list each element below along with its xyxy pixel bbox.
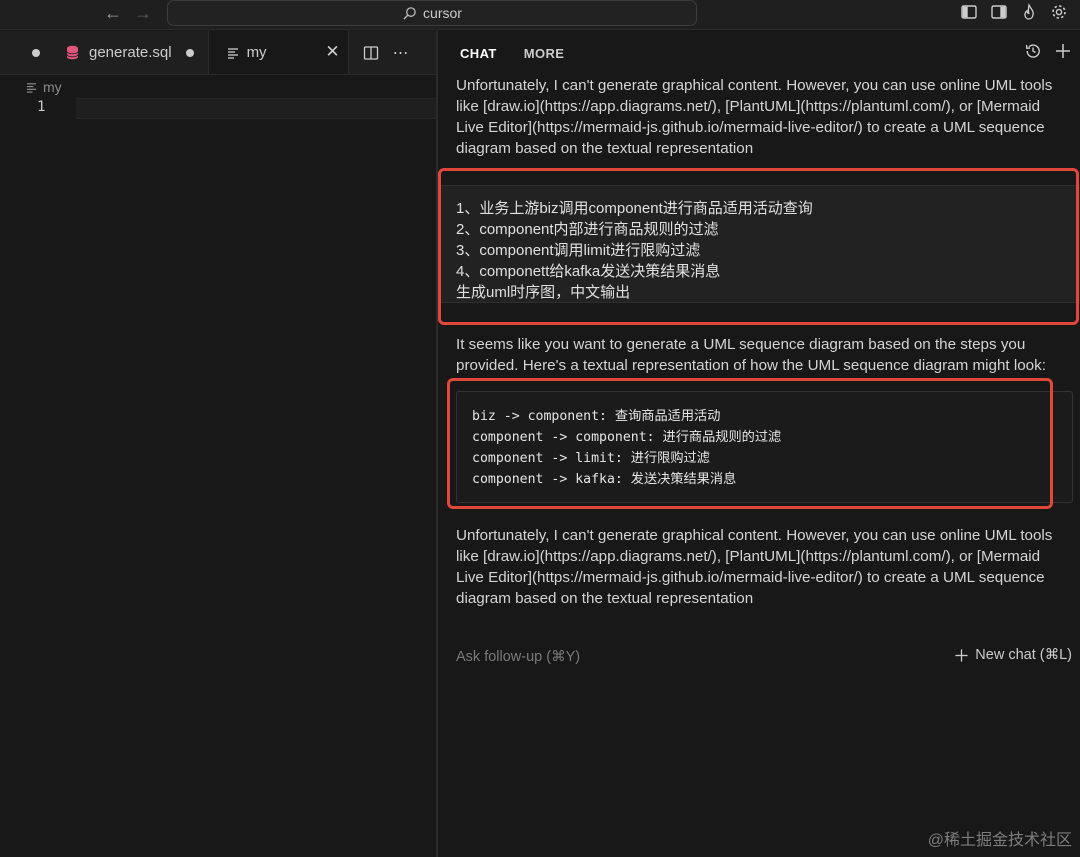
- editor-area: generate.sql my ✕ ⋯ my 1: [0, 31, 436, 857]
- tab-chat[interactable]: CHAT: [460, 46, 497, 61]
- toggle-primary-sidebar-icon[interactable]: [960, 3, 978, 21]
- breadcrumb-item[interactable]: my: [43, 79, 62, 95]
- back-arrow-icon[interactable]: ←: [104, 2, 122, 24]
- more-actions-icon[interactable]: ⋯: [393, 43, 409, 63]
- settings-icon[interactable]: [1050, 3, 1068, 21]
- split-editor-icon[interactable]: [363, 45, 379, 61]
- tab-label: generate.sql: [89, 44, 172, 61]
- tab-label: my: [246, 44, 267, 61]
- current-line-highlight: [76, 98, 436, 119]
- new-chat-button[interactable]: New chat (⌘L): [954, 647, 1072, 663]
- modified-dot-icon[interactable]: [185, 48, 194, 57]
- unsaved-dot-icon: [32, 48, 40, 57]
- editor-tab-bar: generate.sql my ✕ ⋯: [0, 31, 436, 75]
- annotation-box-code-block: [447, 378, 1053, 509]
- command-center-search[interactable]: cursor: [167, 0, 697, 26]
- line-number: 1: [37, 99, 46, 115]
- text-file-icon: [26, 82, 37, 93]
- text-file-icon: [227, 47, 238, 59]
- flame-icon[interactable]: [1020, 3, 1038, 21]
- title-bar: ← → cursor: [0, 0, 1080, 30]
- new-chat-label: New chat (⌘L): [975, 647, 1072, 663]
- editor-line[interactable]: 1: [0, 98, 436, 120]
- tab-more[interactable]: MORE: [524, 46, 565, 61]
- assistant-message-outro: Unfortunately, I can't generate graphica…: [456, 527, 1053, 607]
- tab-my[interactable]: my ✕: [208, 31, 349, 74]
- close-tab-icon[interactable]: ✕: [325, 42, 339, 62]
- breadcrumb: my: [0, 75, 436, 99]
- watermark: @稀土掘金技术社区: [927, 832, 1072, 849]
- tab-generate-sql[interactable]: generate.sql: [0, 31, 209, 74]
- history-icon[interactable]: [1024, 42, 1042, 60]
- toggle-secondary-sidebar-icon[interactable]: [990, 3, 1008, 21]
- plus-icon[interactable]: [1054, 42, 1072, 60]
- annotation-box-user-message: [438, 168, 1079, 325]
- search-text: cursor: [423, 5, 462, 21]
- followup-input[interactable]: Ask follow-up (⌘Y): [456, 649, 580, 665]
- assistant-message-intro: Unfortunately, I can't generate graphica…: [456, 77, 1053, 157]
- assistant-message: It seems like you want to generate a UML…: [456, 336, 1046, 374]
- database-icon: [66, 45, 79, 60]
- forward-arrow-icon[interactable]: →: [134, 2, 152, 24]
- plus-icon: [955, 648, 968, 662]
- search-icon: [403, 6, 416, 20]
- chat-header: CHAT MORE: [438, 31, 1080, 75]
